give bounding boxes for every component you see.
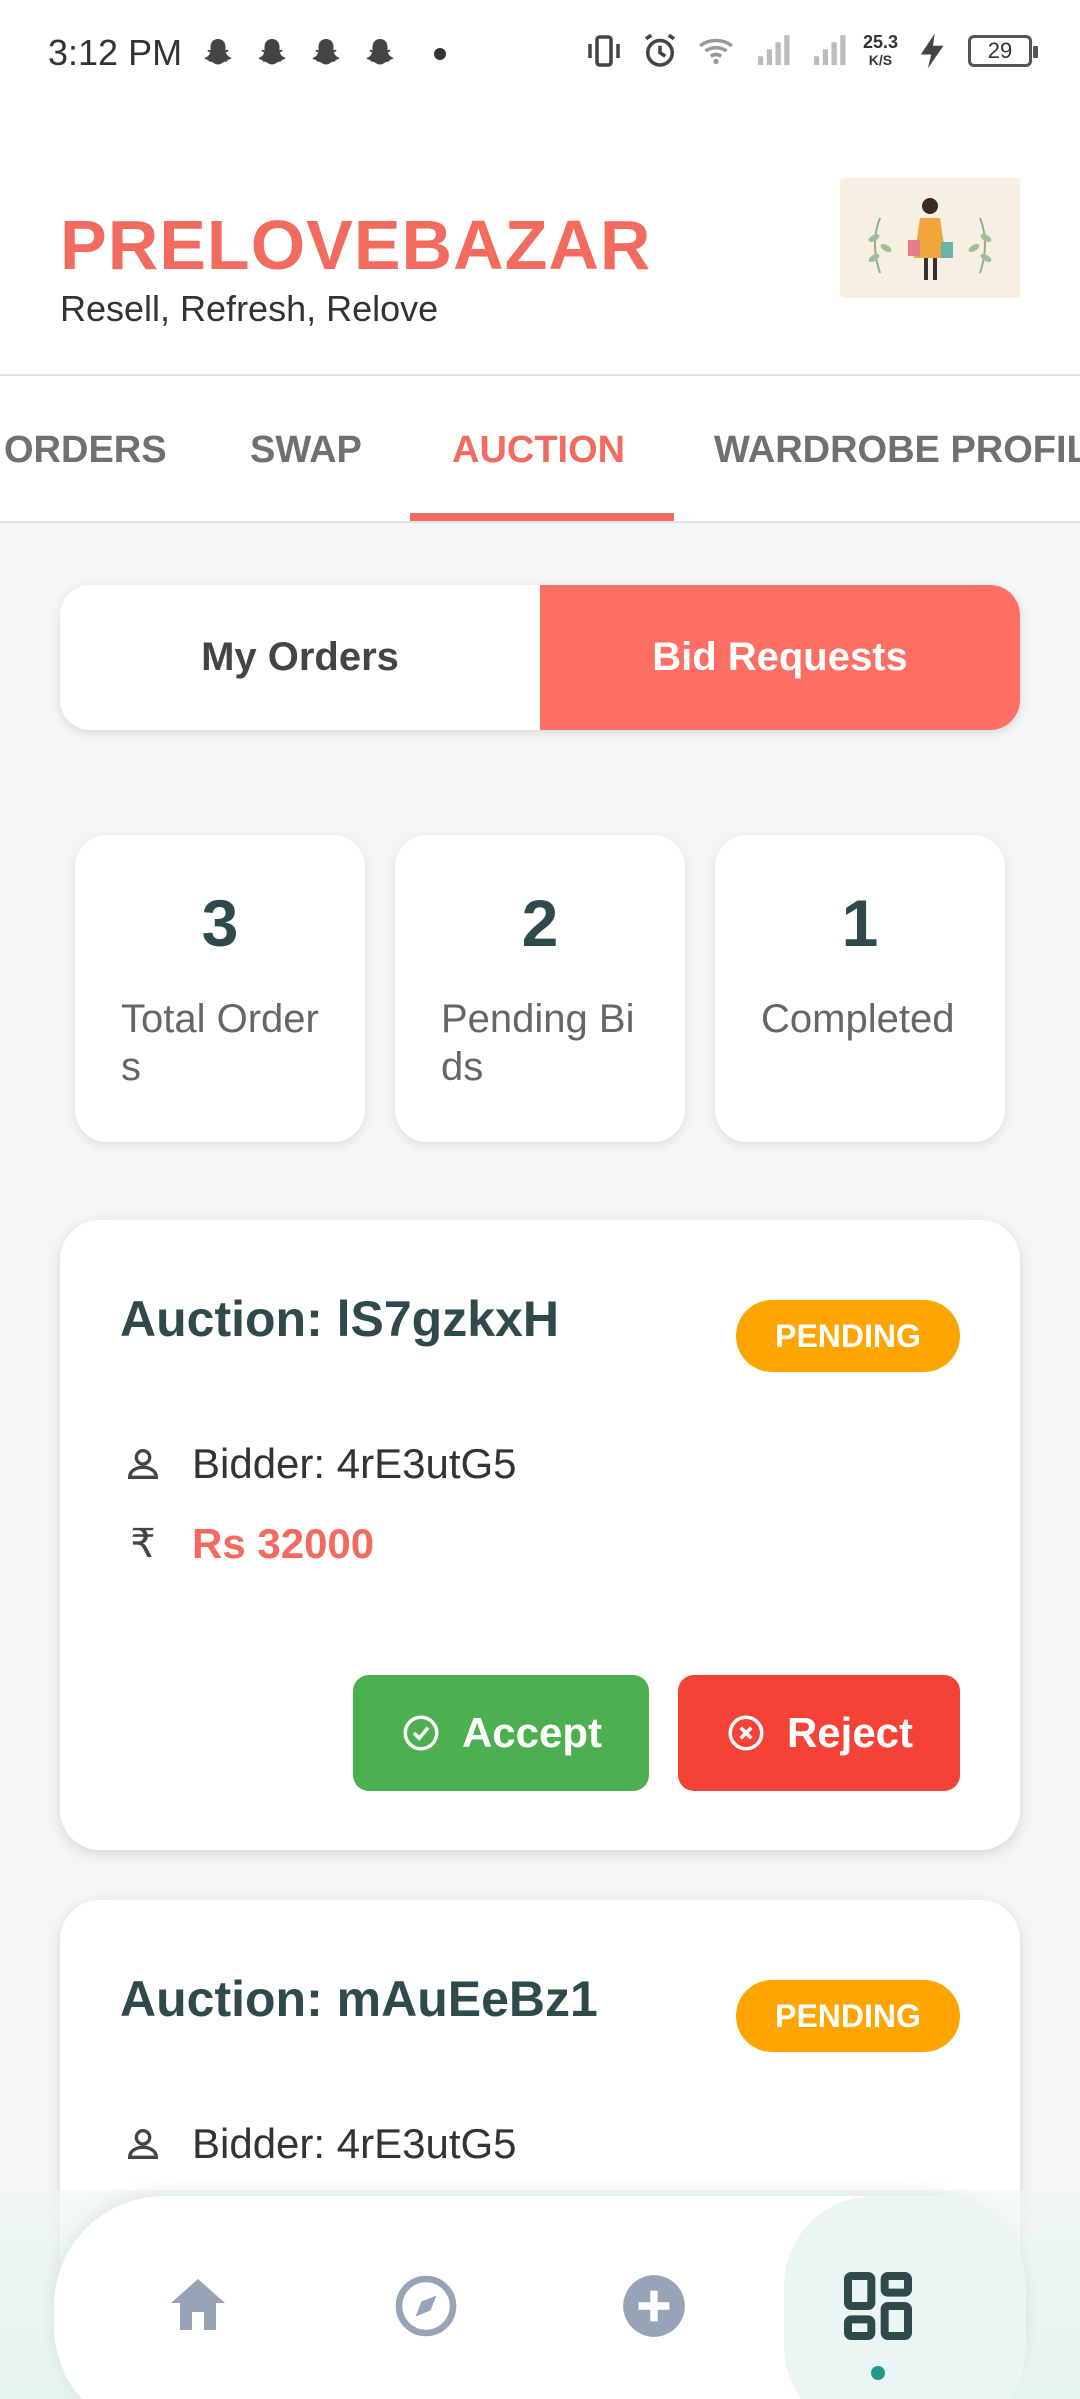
bid-requests-toggle[interactable]: Bid Requests — [540, 585, 1020, 730]
active-tab-indicator — [410, 513, 674, 521]
signal-icon — [813, 35, 846, 65]
stat-value: 3 — [201, 886, 239, 960]
stat-card-total-orders: 3 Total Orders — [75, 835, 365, 1142]
dashboard-icon[interactable] — [828, 2256, 928, 2356]
signal-icon — [757, 35, 790, 65]
status-badge: PENDING — [736, 1300, 960, 1372]
bidder-row: Bidder: 4rE3utG5 — [120, 1440, 517, 1488]
bid-amount: Rs 32000 — [192, 1520, 375, 1567]
tab-auction[interactable]: AUCTION — [452, 429, 625, 472]
rupee-icon: ₹ — [130, 1522, 156, 1566]
stat-value: 1 — [841, 886, 879, 960]
more-notifications-dot — [434, 48, 446, 60]
stat-card-pending-bids: 2 Pending Bids — [395, 835, 685, 1142]
top-tab-bar: ORDERS SWAP AUCTION WARDROBE PROFIL — [0, 376, 1080, 523]
stat-label: Pending Bids — [441, 997, 635, 1089]
brand-tagline: Resell, Refresh, Relove — [60, 288, 439, 329]
app-screen: 3:12 PM 25.3 K/S 29 PRELOVEBAZAR Resell,… — [0, 0, 1080, 2399]
snapchat-icon — [312, 39, 340, 65]
cancel-circle-icon — [728, 1715, 764, 1751]
auction-card: Auction: lS7gzkxH PENDING Bidder: 4rE3ut… — [60, 1220, 1020, 1850]
person-icon — [120, 1441, 166, 1487]
charging-icon — [920, 33, 944, 69]
status-badge: PENDING — [736, 1980, 960, 2052]
snapchat-icon — [258, 39, 286, 65]
accept-label: Accept — [461, 1709, 603, 1756]
bidder-row: Bidder: 4rE3utG5 — [120, 2120, 517, 2168]
network-speed: 25.3 K/S — [863, 33, 898, 69]
brand-title: PRELOVEBAZAR — [60, 206, 652, 284]
alarm-icon — [644, 33, 675, 67]
snapchat-icon — [366, 39, 394, 65]
tab-wardrobe-profile[interactable]: WARDROBE PROFIL — [714, 429, 1080, 472]
wifi-icon — [699, 38, 733, 65]
stat-label: Completed — [761, 997, 955, 1041]
status-bar: 3:12 PM 25.3 K/S 29 — [0, 0, 1080, 110]
network-speed-value: 25.3 — [862, 32, 898, 52]
reject-label: Reject — [786, 1709, 914, 1756]
battery-indicator: 29 — [968, 35, 1038, 67]
bidder-label: Bidder: 4rE3utG5 — [192, 1440, 517, 1487]
stat-value: 2 — [521, 886, 559, 960]
shopping-woman-illustration — [840, 178, 1020, 298]
compass-icon[interactable] — [376, 2256, 476, 2356]
bottom-navigation — [54, 2196, 1026, 2399]
person-icon — [120, 2121, 166, 2167]
reject-button[interactable]: Reject — [678, 1675, 960, 1791]
snapchat-icon — [204, 39, 232, 65]
tab-orders[interactable]: ORDERS — [4, 429, 167, 472]
auction-title: Auction: mAuEeBz1 — [120, 1971, 598, 2027]
orders-segment-control: My Orders Bid Requests — [60, 585, 1020, 730]
system-icons: 25.3 K/S 29 — [583, 30, 1038, 72]
check-circle-icon — [403, 1715, 439, 1751]
notification-icons — [200, 36, 398, 72]
active-nav-dot — [871, 2366, 885, 2380]
app-header: PRELOVEBAZAR Resell, Refresh, Relove — [0, 110, 1080, 376]
accept-button[interactable]: Accept — [353, 1675, 649, 1791]
tab-swap[interactable]: SWAP — [250, 429, 362, 472]
amount-row: ₹ Rs 32000 — [120, 1520, 374, 1568]
auction-title: Auction: lS7gzkxH — [120, 1291, 559, 1347]
bidder-label: Bidder: 4rE3utG5 — [192, 2120, 517, 2167]
status-time: 3:12 PM — [48, 32, 183, 73]
network-speed-unit: K/S — [868, 52, 893, 68]
home-icon[interactable] — [148, 2256, 248, 2356]
stat-label: Total Orders — [121, 997, 319, 1089]
my-orders-toggle[interactable]: My Orders — [60, 585, 540, 730]
vibrate-icon — [588, 35, 620, 67]
add-icon[interactable] — [604, 2256, 704, 2356]
stat-card-completed: 1 Completed — [715, 835, 1005, 1142]
